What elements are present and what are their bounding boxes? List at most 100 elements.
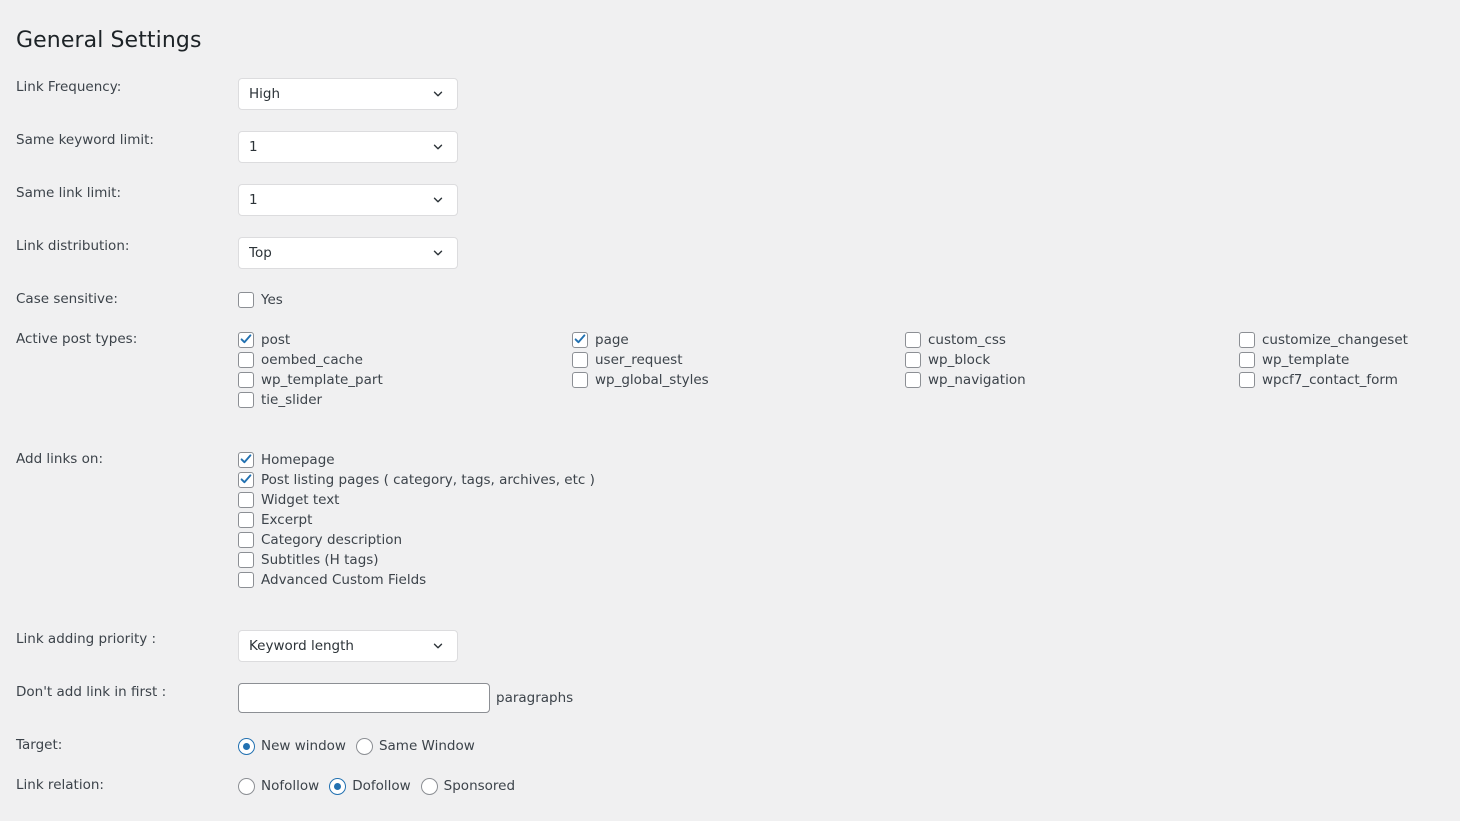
post-type-tie-slider-item[interactable]: tie_slider bbox=[238, 390, 383, 410]
link-adding-priority-label: Link adding priority : bbox=[16, 630, 156, 648]
target-new-window-label: New window bbox=[261, 738, 346, 754]
post-type-post-label: post bbox=[261, 330, 290, 350]
add-links-on-list: HomepagePost listing pages ( category, t… bbox=[238, 450, 595, 590]
target-same-window-item[interactable]: Same Window bbox=[356, 736, 475, 756]
link-frequency-value: High bbox=[249, 86, 431, 102]
add-links-on-category-description-item[interactable]: Category description bbox=[238, 530, 595, 550]
post-type-page-item[interactable]: page bbox=[572, 330, 709, 350]
target-same-window-label: Same Window bbox=[379, 738, 475, 754]
same-link-limit-select[interactable]: 1 bbox=[238, 184, 458, 216]
post-type-wp-block-checkbox[interactable] bbox=[905, 352, 921, 368]
active-post-types-label: Active post types: bbox=[16, 330, 137, 348]
link-frequency-select[interactable]: High bbox=[238, 78, 458, 110]
dont-add-link-in-first-label: Don't add link in first : bbox=[16, 683, 166, 701]
post-types-column-3: customize_changesetwp_templatewpcf7_cont… bbox=[1239, 330, 1408, 390]
checkmark-icon bbox=[572, 331, 588, 347]
link-relation-sponsored-radio[interactable] bbox=[421, 778, 438, 795]
add-links-on-label: Add links on: bbox=[16, 450, 103, 468]
add-links-on-widget-text-label: Widget text bbox=[261, 490, 339, 510]
chevron-down-icon bbox=[431, 87, 445, 101]
checkmark-icon bbox=[238, 471, 254, 487]
post-type-post-checkbox[interactable] bbox=[238, 332, 254, 348]
case-sensitive-label: Case sensitive: bbox=[16, 290, 118, 308]
add-links-on-category-description-label: Category description bbox=[261, 530, 402, 550]
post-type-oembed-cache-item[interactable]: oembed_cache bbox=[238, 350, 383, 370]
post-type-wp-global-styles-item[interactable]: wp_global_styles bbox=[572, 370, 709, 390]
link-distribution-select[interactable]: Top bbox=[238, 237, 458, 269]
post-type-wp-global-styles-checkbox[interactable] bbox=[572, 372, 588, 388]
same-link-limit-label: Same link limit: bbox=[16, 184, 121, 202]
add-links-on-homepage-checkbox[interactable] bbox=[238, 452, 254, 468]
post-type-wpcf7-contact-form-item[interactable]: wpcf7_contact_form bbox=[1239, 370, 1408, 390]
link-relation-nofollow-radio[interactable] bbox=[238, 778, 255, 795]
target-label: Target: bbox=[16, 736, 62, 754]
post-type-user-request-item[interactable]: user_request bbox=[572, 350, 709, 370]
add-links-on-subtitles-h-tags-item[interactable]: Subtitles (H tags) bbox=[238, 550, 595, 570]
post-type-customize-changeset-checkbox[interactable] bbox=[1239, 332, 1255, 348]
post-types-column-0: postoembed_cachewp_template_parttie_slid… bbox=[238, 330, 383, 410]
post-type-custom-css-checkbox[interactable] bbox=[905, 332, 921, 348]
add-links-on-homepage-label: Homepage bbox=[261, 450, 335, 470]
post-type-wp-navigation-item[interactable]: wp_navigation bbox=[905, 370, 1026, 390]
same-link-limit-value: 1 bbox=[249, 192, 431, 208]
link-relation-sponsored-item[interactable]: Sponsored bbox=[421, 776, 515, 796]
target-new-window-item[interactable]: New window bbox=[238, 736, 346, 756]
post-type-wp-template-part-item[interactable]: wp_template_part bbox=[238, 370, 383, 390]
post-type-custom-css-item[interactable]: custom_css bbox=[905, 330, 1026, 350]
add-links-on-excerpt-label: Excerpt bbox=[261, 510, 312, 530]
same-keyword-limit-select[interactable]: 1 bbox=[238, 131, 458, 163]
post-type-post-item[interactable]: post bbox=[238, 330, 383, 350]
link-relation-sponsored-label: Sponsored bbox=[444, 778, 515, 794]
add-links-on-advanced-custom-fields-item[interactable]: Advanced Custom Fields bbox=[238, 570, 595, 590]
post-type-wp-template-item[interactable]: wp_template bbox=[1239, 350, 1408, 370]
add-links-on-subtitles-h-tags-checkbox[interactable] bbox=[238, 552, 254, 568]
target-same-window-radio[interactable] bbox=[356, 738, 373, 755]
link-relation-nofollow-label: Nofollow bbox=[261, 778, 319, 794]
post-type-page-checkbox[interactable] bbox=[572, 332, 588, 348]
same-keyword-limit-value: 1 bbox=[249, 139, 431, 155]
link-relation-nofollow-item[interactable]: Nofollow bbox=[238, 776, 319, 796]
post-type-oembed-cache-checkbox[interactable] bbox=[238, 352, 254, 368]
link-relation-label: Link relation: bbox=[16, 776, 104, 794]
post-type-tie-slider-checkbox[interactable] bbox=[238, 392, 254, 408]
dont-add-link-in-first-input[interactable] bbox=[238, 683, 490, 713]
paragraphs-suffix-label: paragraphs bbox=[496, 690, 573, 706]
add-links-on-widget-text-checkbox[interactable] bbox=[238, 492, 254, 508]
post-type-wp-navigation-label: wp_navigation bbox=[928, 370, 1026, 390]
post-type-user-request-checkbox[interactable] bbox=[572, 352, 588, 368]
checkmark-icon bbox=[238, 331, 254, 347]
target-new-window-radio[interactable] bbox=[238, 738, 255, 755]
add-links-on-advanced-custom-fields-label: Advanced Custom Fields bbox=[261, 570, 426, 590]
chevron-down-icon bbox=[431, 140, 445, 154]
post-type-wp-global-styles-label: wp_global_styles bbox=[595, 370, 709, 390]
chevron-down-icon bbox=[431, 193, 445, 207]
link-relation-dofollow-item[interactable]: Dofollow bbox=[329, 776, 410, 796]
case-sensitive-checkbox[interactable] bbox=[238, 292, 254, 308]
add-links-on-widget-text-item[interactable]: Widget text bbox=[238, 490, 595, 510]
add-links-on-homepage-item[interactable]: Homepage bbox=[238, 450, 595, 470]
post-type-customize-changeset-item[interactable]: customize_changeset bbox=[1239, 330, 1408, 350]
post-type-wp-block-item[interactable]: wp_block bbox=[905, 350, 1026, 370]
add-links-on-post-listing-pages-category-tags-archives-etc-item[interactable]: Post listing pages ( category, tags, arc… bbox=[238, 470, 595, 490]
link-distribution-label: Link distribution: bbox=[16, 237, 129, 255]
add-links-on-advanced-custom-fields-checkbox[interactable] bbox=[238, 572, 254, 588]
post-type-wp-template-checkbox[interactable] bbox=[1239, 352, 1255, 368]
post-type-wp-navigation-checkbox[interactable] bbox=[905, 372, 921, 388]
link-adding-priority-select[interactable]: Keyword length bbox=[238, 630, 458, 662]
case-sensitive-option-label: Yes bbox=[261, 290, 283, 310]
post-type-wpcf7-contact-form-label: wpcf7_contact_form bbox=[1262, 370, 1398, 390]
case-sensitive-checkbox-item[interactable]: Yes bbox=[238, 290, 283, 310]
post-type-wpcf7-contact-form-checkbox[interactable] bbox=[1239, 372, 1255, 388]
post-type-wp-template-part-checkbox[interactable] bbox=[238, 372, 254, 388]
add-links-on-post-listing-pages-category-tags-archives-etc-checkbox[interactable] bbox=[238, 472, 254, 488]
link-adding-priority-value: Keyword length bbox=[249, 638, 431, 654]
post-types-column-1: pageuser_requestwp_global_styles bbox=[572, 330, 709, 390]
link-relation-dofollow-radio[interactable] bbox=[329, 778, 346, 795]
link-relation-radio-group: Nofollow Dofollow Sponsored bbox=[238, 776, 525, 799]
add-links-on-category-description-checkbox[interactable] bbox=[238, 532, 254, 548]
post-type-wp-block-label: wp_block bbox=[928, 350, 990, 370]
page-title: General Settings bbox=[16, 28, 202, 53]
add-links-on-excerpt-item[interactable]: Excerpt bbox=[238, 510, 595, 530]
add-links-on-excerpt-checkbox[interactable] bbox=[238, 512, 254, 528]
post-type-page-label: page bbox=[595, 330, 629, 350]
